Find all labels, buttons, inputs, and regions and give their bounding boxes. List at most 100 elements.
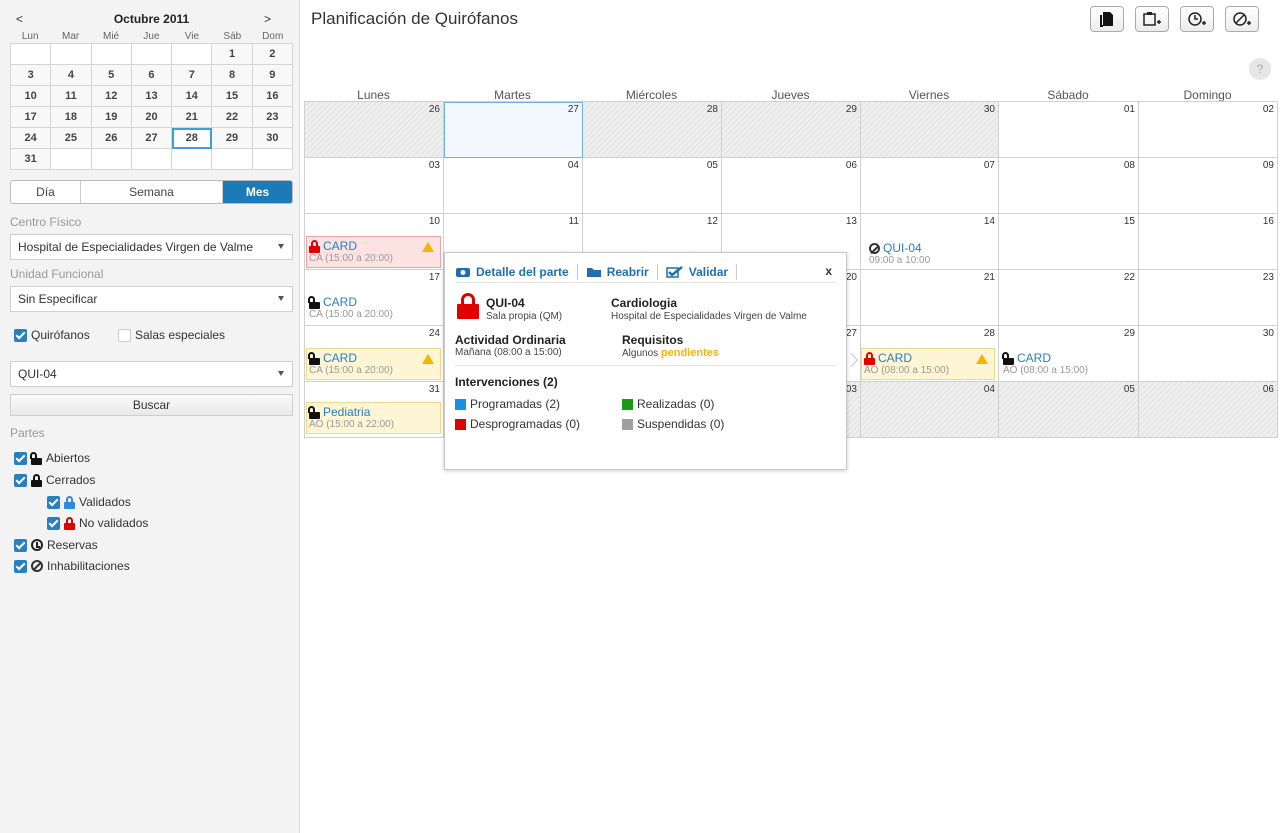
day-number: 08 xyxy=(1123,160,1135,171)
calendar-day-cell[interactable]: 01 xyxy=(999,102,1139,158)
quirofanos-checkbox[interactable] xyxy=(14,328,27,342)
calendar-day-cell[interactable]: 29 xyxy=(722,102,861,158)
view-month-button[interactable]: Mes xyxy=(223,181,292,203)
buscar-button[interactable]: Buscar xyxy=(10,394,293,416)
reservas-row[interactable]: Reservas xyxy=(14,538,98,552)
calendar-day-cell[interactable]: 15 xyxy=(999,214,1139,270)
detalle-button[interactable]: Detalle del parte xyxy=(455,263,578,280)
validar-button[interactable]: Validar xyxy=(665,263,738,280)
calendar-day-cell[interactable]: 06 xyxy=(722,158,861,214)
calendar-day-cell[interactable]: 04 xyxy=(861,382,999,438)
mini-calendar-day[interactable]: 3 xyxy=(11,65,52,86)
abiertos-checkbox[interactable] xyxy=(14,451,27,465)
camera-icon xyxy=(456,267,470,277)
add-parte-button[interactable] xyxy=(1135,6,1169,32)
mini-calendar-day[interactable]: 14 xyxy=(172,86,213,107)
help-button[interactable]: ? xyxy=(1249,58,1271,80)
calendar-day-cell[interactable]: 07 xyxy=(861,158,999,214)
mini-calendar-day[interactable]: 17 xyxy=(11,107,52,128)
quirofanos-checkbox-row[interactable]: Quirófanos xyxy=(14,328,90,342)
calendar-day-cell[interactable]: 06 xyxy=(1139,382,1278,438)
event-card-17[interactable]: CARD CA (15:00 a 20:00) xyxy=(306,292,441,324)
mini-calendar-day[interactable]: 28 xyxy=(172,128,213,149)
calendar-day-cell[interactable]: 08 xyxy=(999,158,1139,214)
calendar-day-cell[interactable]: 09 xyxy=(1139,158,1278,214)
quirofanos-label: Quirófanos xyxy=(31,328,90,342)
mini-calendar-day[interactable]: 25 xyxy=(51,128,92,149)
add-inhabilitacion-button[interactable] xyxy=(1225,6,1259,32)
mini-calendar-day[interactable]: 18 xyxy=(51,107,92,128)
mini-calendar-day[interactable]: 26 xyxy=(91,128,132,149)
mini-calendar-day[interactable]: 11 xyxy=(51,86,92,107)
cerrados-checkbox[interactable] xyxy=(14,473,27,487)
mini-calendar-day[interactable]: 13 xyxy=(131,86,173,107)
validados-row[interactable]: Validados xyxy=(47,495,131,509)
calendar-day-cell[interactable]: 30 xyxy=(1139,326,1278,382)
event-card-24[interactable]: CARD CA (15:00 a 20:00) xyxy=(306,348,441,380)
event-card-28[interactable]: CARD AO (08:00 a 15:00) xyxy=(861,348,995,380)
event-card-29[interactable]: CARD AO (08:00 a 15:00) xyxy=(1000,348,1134,380)
event-pediatria-31[interactable]: Pediatria AO (15:00 a 22:00) xyxy=(306,402,441,434)
salas-checkbox[interactable] xyxy=(118,328,131,342)
view-week-button[interactable]: Semana xyxy=(81,181,223,203)
mini-calendar-day[interactable]: 10 xyxy=(11,86,52,107)
no-validados-checkbox[interactable] xyxy=(47,516,60,530)
mini-calendar-day[interactable]: 21 xyxy=(172,107,213,128)
lock-open-icon xyxy=(308,295,320,309)
event-qui04-14[interactable]: QUI-04 09:00 a 10:00 xyxy=(866,238,1001,270)
next-month-button[interactable]: > xyxy=(264,12,271,26)
mini-calendar-day[interactable]: 31 xyxy=(11,149,52,170)
mini-calendar-day[interactable]: 1 xyxy=(212,44,253,65)
sala-select[interactable]: QUI-04 xyxy=(10,361,293,387)
validados-checkbox[interactable] xyxy=(47,495,60,509)
calendar-day-cell[interactable]: 22 xyxy=(999,270,1139,326)
calendar-day-cell[interactable]: 26 xyxy=(305,102,444,158)
mini-calendar-day[interactable]: 6 xyxy=(131,65,173,86)
calendar-day-cell[interactable]: 04 xyxy=(444,158,583,214)
calendar-day-cell[interactable]: 28 xyxy=(583,102,722,158)
calendar-day-cell[interactable]: 05 xyxy=(999,382,1139,438)
calendar-day-cell[interactable]: 27 xyxy=(444,102,583,158)
no-validados-row[interactable]: No validados xyxy=(47,516,148,530)
salas-checkbox-row[interactable]: Salas especiales xyxy=(118,328,225,342)
view-day-button[interactable]: Día xyxy=(11,181,81,203)
mini-calendar-day[interactable]: 5 xyxy=(91,65,132,86)
document-button[interactable] xyxy=(1090,6,1124,32)
abiertos-row[interactable]: Abiertos xyxy=(14,451,90,465)
mini-calendar-day[interactable]: 27 xyxy=(131,128,173,149)
reabrir-button[interactable]: Reabrir xyxy=(586,263,658,280)
mini-calendar-day[interactable]: 4 xyxy=(51,65,92,86)
mini-calendar-day[interactable]: 15 xyxy=(212,86,253,107)
calendar-day-cell[interactable]: 05 xyxy=(583,158,722,214)
event-card-10[interactable]: CARD CA (15:00 a 20:00) xyxy=(306,236,441,268)
gray-square-icon xyxy=(622,418,633,430)
calendar-day-cell[interactable]: 23 xyxy=(1139,270,1278,326)
mini-calendar-day[interactable]: 23 xyxy=(252,107,293,128)
calendar-day-cell[interactable]: 02 xyxy=(1139,102,1278,158)
mini-calendar-day[interactable]: 19 xyxy=(91,107,132,128)
mini-calendar-day[interactable]: 12 xyxy=(91,86,132,107)
mini-calendar-day[interactable]: 22 xyxy=(212,107,253,128)
calendar-day-cell[interactable]: 16 xyxy=(1139,214,1278,270)
close-icon[interactable]: x xyxy=(825,264,832,278)
mini-calendar-day[interactable]: 7 xyxy=(172,65,213,86)
calendar-day-cell[interactable]: 03 xyxy=(305,158,444,214)
mini-calendar-day[interactable]: 8 xyxy=(212,65,253,86)
mini-calendar-day[interactable]: 29 xyxy=(212,128,253,149)
centro-select[interactable]: Hospital de Especialidades Virgen de Val… xyxy=(10,234,293,260)
add-reserva-button[interactable] xyxy=(1180,6,1214,32)
inhabilitaciones-checkbox[interactable] xyxy=(14,559,27,573)
mini-calendar-day[interactable]: 16 xyxy=(252,86,293,107)
calendar-day-cell[interactable]: 30 xyxy=(861,102,999,158)
mini-calendar-day[interactable]: 30 xyxy=(252,128,293,149)
mini-calendar-day[interactable]: 2 xyxy=(252,44,293,65)
inhabilitaciones-row[interactable]: Inhabilitaciones xyxy=(14,559,130,573)
unidad-select[interactable]: Sin Especificar xyxy=(10,286,293,312)
sidebar: < Octubre 2011 > Lun Mar Mié Jue Vie Sáb… xyxy=(0,0,300,833)
mini-calendar-day[interactable]: 20 xyxy=(131,107,173,128)
reservas-checkbox[interactable] xyxy=(14,538,27,552)
mini-calendar-day[interactable]: 9 xyxy=(252,65,293,86)
calendar-day-cell[interactable]: 21 xyxy=(861,270,999,326)
cerrados-row[interactable]: Cerrados xyxy=(14,473,95,487)
mini-calendar-day[interactable]: 24 xyxy=(11,128,52,149)
